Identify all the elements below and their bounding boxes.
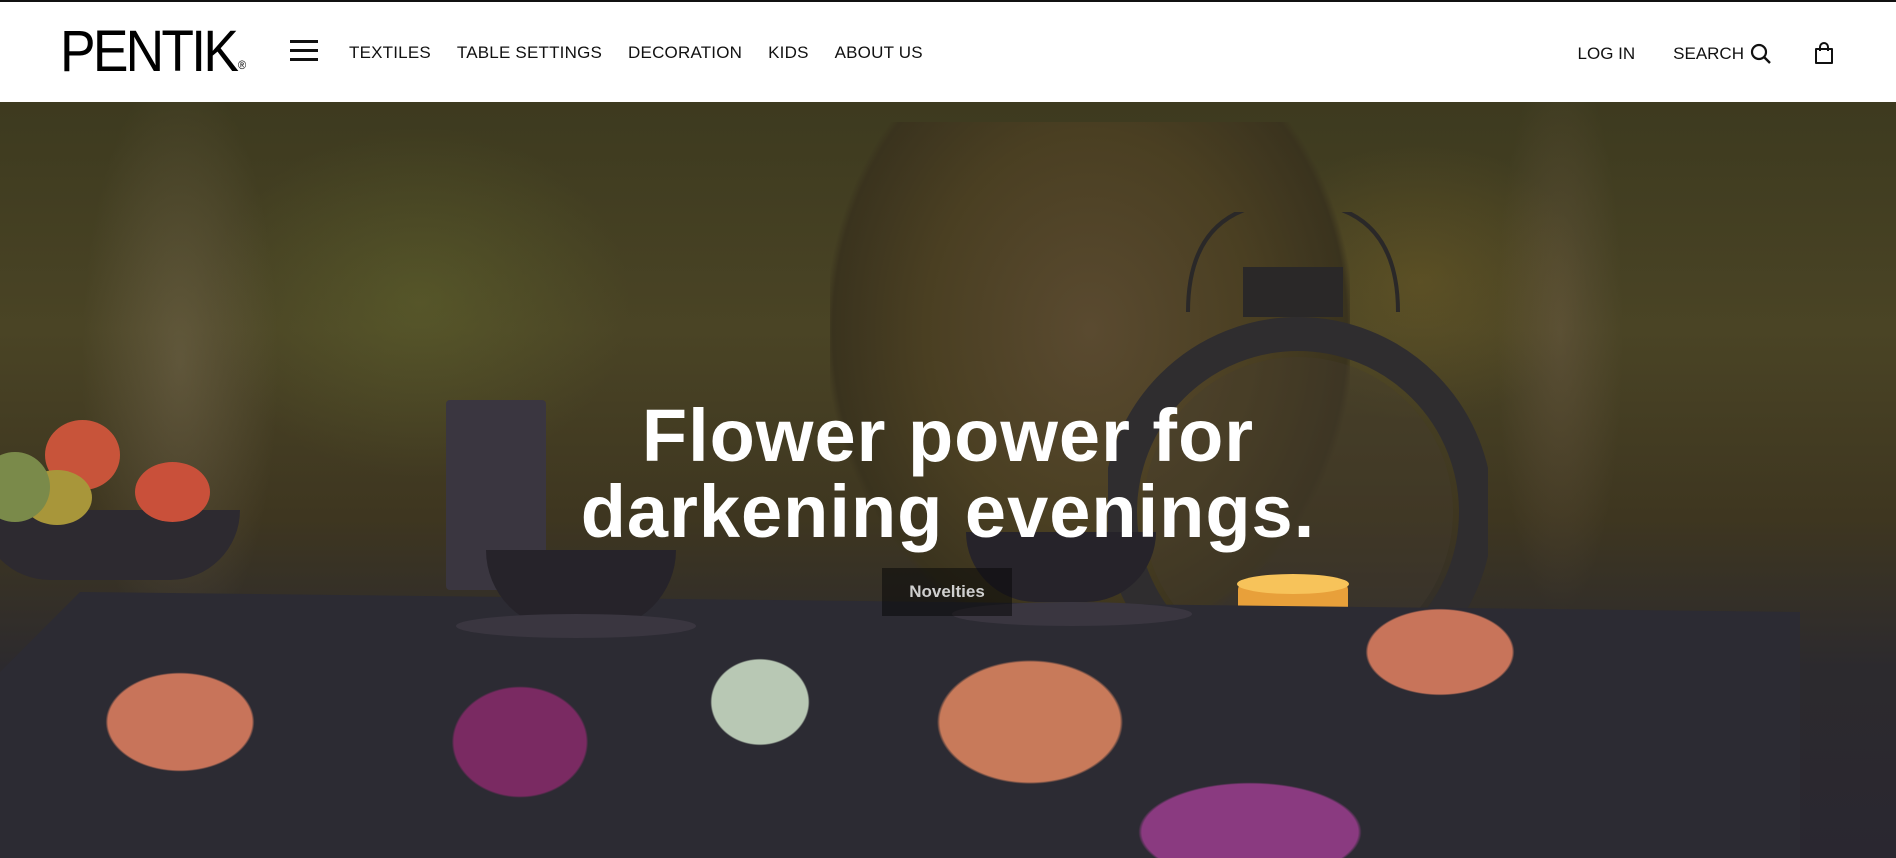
search-label: SEARCH — [1673, 44, 1744, 63]
hamburger-menu-icon[interactable] — [290, 40, 318, 62]
novelties-button[interactable]: Novelties — [882, 568, 1012, 616]
login-link[interactable]: LOG IN — [1578, 43, 1636, 65]
hero-title-line-2: darkening evenings. — [580, 470, 1316, 553]
pentik-logo[interactable]: PENTIK ® — [60, 22, 246, 97]
logo-text: PENTIK — [60, 19, 239, 84]
shopping-bag-icon[interactable] — [1812, 42, 1836, 66]
nav-item-kids[interactable]: KIDS — [768, 42, 808, 64]
nav-item-decoration[interactable]: DECORATION — [628, 42, 742, 64]
hero-title: Flower power for darkening evenings. — [0, 398, 1896, 550]
search-icon — [1750, 43, 1771, 64]
header-actions: LOG IN SEARCH — [1578, 42, 1836, 66]
search-button[interactable]: SEARCH — [1673, 43, 1772, 65]
site-header: PENTIK ® TEXTILES TABLE SETTINGS DECORATI… — [0, 0, 1896, 102]
nav-item-textiles[interactable]: TEXTILES — [349, 42, 431, 64]
plate — [456, 614, 696, 638]
registered-mark: ® — [238, 58, 247, 72]
nav-item-about-us[interactable]: ABOUT US — [835, 42, 923, 64]
nav-item-table-settings[interactable]: TABLE SETTINGS — [457, 42, 602, 64]
hero-banner: Flower power for darkening evenings. Nov… — [0, 102, 1896, 858]
hero-title-line-1: Flower power for — [641, 394, 1255, 477]
main-nav: TEXTILES TABLE SETTINGS DECORATION KIDS … — [349, 42, 949, 64]
tablecloth-floral — [0, 592, 1800, 858]
